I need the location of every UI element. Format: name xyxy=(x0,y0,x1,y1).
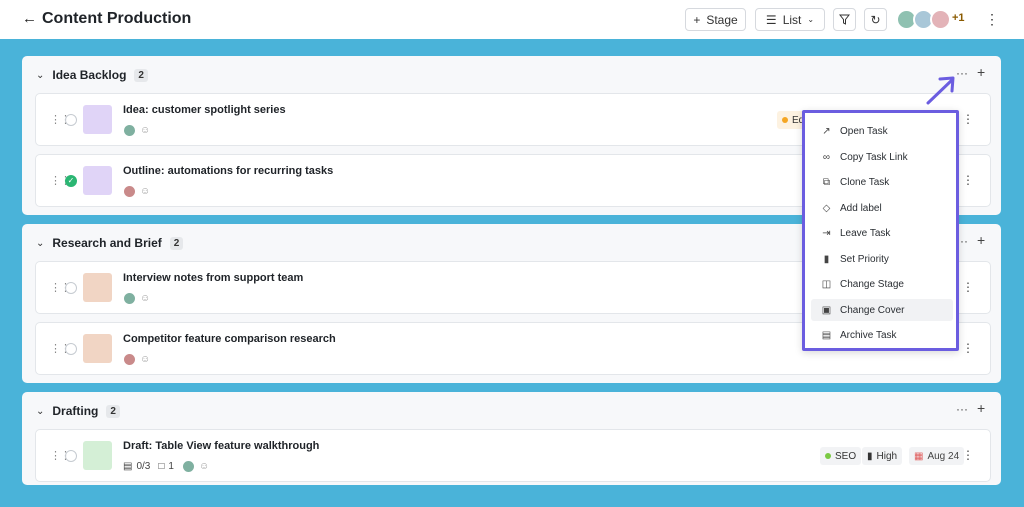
link-icon: ∞ xyxy=(822,151,831,163)
label-dot-icon xyxy=(825,453,831,459)
task-count-badge: 2 xyxy=(106,404,120,418)
task-due-date[interactable]: ▦ Aug 24 xyxy=(909,447,965,465)
stage-more-icon[interactable]: ··· xyxy=(956,402,968,416)
avatar xyxy=(123,123,136,137)
archive-icon: ▤ xyxy=(821,329,832,341)
calendar-icon: ▦ xyxy=(914,450,924,462)
task-count-badge: 2 xyxy=(169,236,184,250)
stage-header[interactable]: ⌄ Idea Backlog 2 xyxy=(36,66,148,84)
label-dot-icon xyxy=(782,117,788,123)
task-title[interactable]: Outline: automations for recurring tasks xyxy=(123,165,333,177)
filter-button[interactable] xyxy=(833,8,856,31)
task-meta: ☺ xyxy=(123,352,150,366)
arrow-left-icon[interactable]: ← xyxy=(22,11,38,27)
task-title[interactable]: Competitor feature comparison research xyxy=(123,333,336,345)
task-cover xyxy=(83,334,112,363)
task-checkbox-checked[interactable]: ✓ xyxy=(65,175,77,187)
plus-icon: + xyxy=(693,12,701,27)
task-cover xyxy=(83,105,112,134)
filter-icon xyxy=(839,14,850,25)
list-icon: ☰ xyxy=(765,12,777,27)
stage-header[interactable]: ⌄ Research and Brief 2 xyxy=(36,234,184,252)
task-count-badge: 2 xyxy=(134,68,148,82)
task-meta: ☺ xyxy=(123,184,150,198)
avatar[interactable] xyxy=(930,9,951,30)
task-more-icon[interactable]: ⋮ xyxy=(962,448,974,462)
add-task-icon[interactable]: + xyxy=(977,400,985,416)
task-title[interactable]: Draft: Table View feature walkthrough xyxy=(123,440,319,452)
image-icon: ▣ xyxy=(821,304,832,316)
task-meta: ☺ xyxy=(123,123,150,137)
exit-icon: ⇥ xyxy=(822,227,831,239)
menu-item-copy-task-link[interactable]: ∞ Copy Task Link xyxy=(811,146,953,168)
user-add-icon[interactable]: ☺ xyxy=(140,186,150,197)
task-label[interactable]: SEO xyxy=(820,447,862,465)
user-add-icon[interactable]: ☺ xyxy=(140,354,150,365)
task-cover xyxy=(83,273,112,302)
task-priority[interactable]: ▮ High xyxy=(862,447,903,465)
avatar xyxy=(123,184,136,198)
menu-item-add-label[interactable]: ◇ Add label xyxy=(811,197,953,219)
annotation-arrow-icon xyxy=(926,76,955,105)
checklist-icon: ▤ xyxy=(123,460,133,472)
menu-item-change-cover[interactable]: ▣ Change Cover xyxy=(811,299,953,321)
task-more-icon[interactable]: ⋮ xyxy=(962,341,974,355)
bars-icon: ▮ xyxy=(823,253,830,265)
menu-item-clone-task[interactable]: ⧉ Clone Task xyxy=(811,171,953,193)
task-checkbox[interactable] xyxy=(65,114,77,126)
tag-icon: ◇ xyxy=(822,202,831,214)
task-meta: ▤ 0/3 □ 1 ☺ xyxy=(123,459,209,473)
refresh-icon: ↻ xyxy=(870,12,881,27)
stage-header[interactable]: ⌄ Drafting 2 xyxy=(36,402,120,420)
stage-icon: ◫ xyxy=(821,278,832,290)
menu-item-open-task[interactable]: ↗ Open Task xyxy=(811,120,953,142)
add-stage-button[interactable]: + Stage xyxy=(685,8,746,31)
avatar xyxy=(123,352,136,366)
user-add-icon[interactable]: ☺ xyxy=(140,125,150,136)
copy-icon: ⧉ xyxy=(822,176,831,188)
refresh-button[interactable]: ↻ xyxy=(864,8,887,31)
task-title[interactable]: Idea: customer spotlight series xyxy=(123,104,286,116)
task-card[interactable]: ⋮⋮ Draft: Table View feature walkthrough… xyxy=(35,429,991,482)
more-options-icon[interactable]: ⋮ xyxy=(985,12,999,26)
comment-count: 1 xyxy=(168,460,174,472)
page-title: Content Production xyxy=(42,10,192,27)
stage-group-drafting: ⌄ Drafting 2 ··· + ⋮⋮ Draft: Table View … xyxy=(22,392,1001,485)
chevron-down-icon: ⌄ xyxy=(807,15,815,24)
extra-members-count[interactable]: +1 xyxy=(952,12,965,24)
chevron-down-icon[interactable]: ⌄ xyxy=(36,238,44,249)
add-task-icon[interactable]: + xyxy=(977,232,985,248)
avatar xyxy=(181,459,195,473)
checklist-count: 0/3 xyxy=(136,460,151,472)
user-add-icon[interactable]: ☺ xyxy=(199,461,209,472)
cursor-icon: ↗ xyxy=(822,125,831,137)
comment-icon: □ xyxy=(158,460,165,472)
add-task-icon[interactable]: + xyxy=(977,64,985,80)
task-cover xyxy=(83,166,112,195)
menu-item-leave-task[interactable]: ⇥ Leave Task xyxy=(811,222,953,244)
priority-bars-icon: ▮ xyxy=(867,450,873,462)
view-select[interactable]: ☰ List ⌄ xyxy=(755,8,825,31)
task-more-icon[interactable]: ⋮ xyxy=(962,112,974,126)
task-more-icon[interactable]: ⋮ xyxy=(962,173,974,187)
chevron-down-icon[interactable]: ⌄ xyxy=(36,70,44,81)
top-bar: ← Content Production + Stage ☰ List ⌄ ↻ … xyxy=(0,0,1024,39)
chevron-down-icon[interactable]: ⌄ xyxy=(36,406,44,417)
task-checkbox[interactable] xyxy=(65,450,77,462)
task-title[interactable]: Interview notes from support team xyxy=(123,272,303,284)
menu-item-change-stage[interactable]: ◫ Change Stage xyxy=(811,273,953,295)
menu-item-archive-task[interactable]: ▤ Archive Task xyxy=(811,324,953,346)
task-context-menu: ↗ Open Task ∞ Copy Task Link ⧉ Clone Tas… xyxy=(802,110,959,351)
task-more-icon[interactable]: ⋮ xyxy=(962,280,974,294)
task-checkbox[interactable] xyxy=(65,282,77,294)
menu-item-set-priority[interactable]: ▮ Set Priority xyxy=(811,248,953,270)
avatar xyxy=(123,291,136,305)
task-cover xyxy=(83,441,112,470)
task-meta: ☺ xyxy=(123,291,150,305)
task-checkbox[interactable] xyxy=(65,343,77,355)
user-add-icon[interactable]: ☺ xyxy=(140,293,150,304)
